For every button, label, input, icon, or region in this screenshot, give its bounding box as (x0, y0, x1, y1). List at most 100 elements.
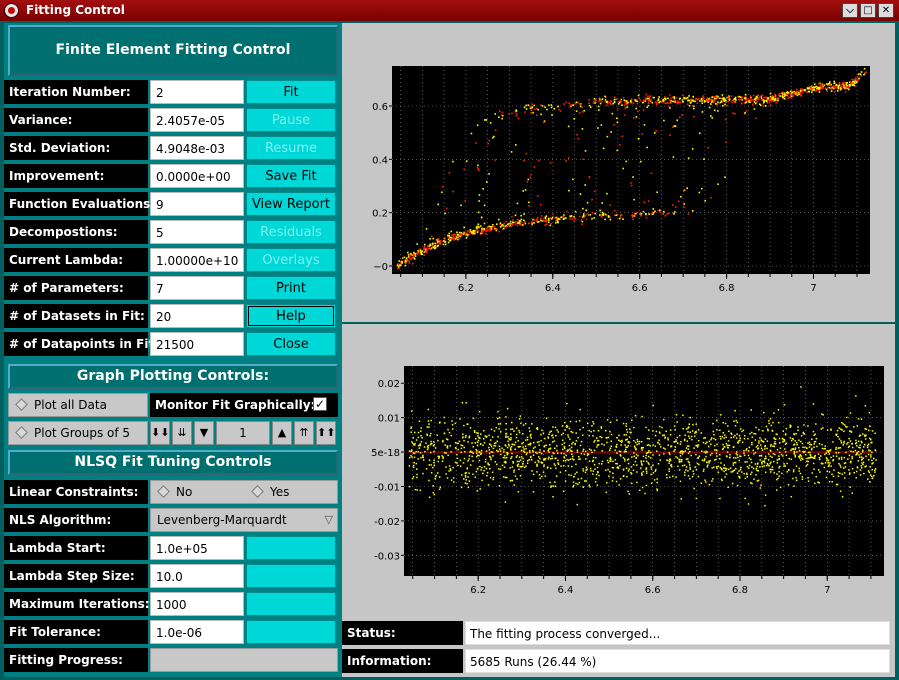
data-point (547, 449, 549, 452)
variance-value[interactable]: 2.4057e-05 (150, 108, 244, 132)
fit-tolerance-field[interactable]: 1.0e-06 (150, 620, 244, 644)
data-point (569, 420, 572, 423)
data-point (513, 471, 515, 473)
data-point (517, 440, 520, 442)
data-point (761, 465, 764, 468)
plot-groups-radio[interactable]: Plot Groups of 5 (8, 421, 148, 445)
data-point (594, 212, 597, 215)
data-point (860, 440, 863, 443)
iteration-number-value[interactable]: 2 (150, 80, 244, 104)
data-point (818, 443, 821, 445)
fit-button[interactable]: Fit (246, 80, 336, 104)
improvement-value[interactable]: 0.0000e+00 (150, 164, 244, 188)
help-button[interactable]: Help (246, 304, 336, 328)
data-point (609, 447, 612, 450)
data-point (664, 102, 666, 105)
lambda-step-action[interactable] (246, 564, 336, 588)
data-point (862, 449, 864, 452)
data-point (524, 445, 527, 447)
print-button[interactable]: Print (246, 276, 336, 300)
data-point (776, 462, 779, 464)
data-point (686, 187, 688, 189)
data-point (659, 211, 661, 213)
data-point (751, 436, 754, 439)
fit-tolerance-action[interactable] (246, 620, 336, 644)
close-button[interactable]: Close (246, 332, 336, 356)
data-point (626, 431, 629, 433)
data-point (426, 426, 429, 428)
residuals-button[interactable]: Residuals (246, 220, 336, 244)
data-point (630, 182, 632, 184)
plot-all-radio[interactable]: Plot all Data (8, 393, 148, 417)
prev-many-group-icon[interactable]: ⇊ (172, 421, 192, 445)
decompostions-value[interactable]: 5 (150, 220, 244, 244)
close-icon[interactable]: ✕ (878, 3, 894, 18)
information-label: Information: (342, 649, 463, 673)
data-point (819, 83, 822, 85)
data-point (501, 464, 504, 467)
data-point (488, 443, 491, 445)
std-deviation-value[interactable]: 4.9048e-03 (150, 136, 244, 160)
data-point (508, 444, 510, 447)
data-point (867, 443, 870, 446)
data-point (416, 468, 418, 470)
yes-radio[interactable]: Yes (245, 481, 339, 503)
data-point (768, 99, 771, 102)
prev-group-icon[interactable]: ▼ (194, 421, 214, 445)
resume-button[interactable]: Resume (246, 136, 336, 160)
data-point (555, 475, 558, 477)
group-value[interactable]: 1 (216, 421, 270, 445)
data-point (621, 104, 623, 106)
data-point (468, 436, 470, 439)
data-point (582, 468, 584, 470)
data-point (568, 427, 571, 430)
data-point (650, 457, 652, 459)
monitor-checkbox[interactable]: ✓ (313, 397, 327, 411)
data-point (466, 482, 468, 485)
max-iterations-action[interactable] (246, 592, 336, 616)
data-point (826, 90, 829, 93)
data-point (618, 484, 620, 486)
save-fit-button[interactable]: Save Fit (246, 164, 336, 188)
data-point (510, 151, 513, 153)
data-point (454, 441, 457, 444)
no-radio[interactable]: No (151, 481, 245, 503)
data-point (679, 450, 682, 453)
view-report-button[interactable]: View Report (246, 192, 336, 216)
data-point (625, 101, 628, 104)
data-point (738, 95, 741, 98)
of-parameters-value[interactable]: 7 (150, 276, 244, 300)
data-point (601, 450, 603, 452)
data-point (443, 416, 445, 419)
data-point (503, 466, 506, 468)
overlays-button[interactable]: Overlays (246, 248, 336, 272)
max-iterations-field[interactable]: 1000 (150, 592, 244, 616)
lambda-step-field[interactable]: 10.0 (150, 564, 244, 588)
data-point (417, 458, 420, 460)
function-evaluations-value[interactable]: 9 (150, 192, 244, 216)
last-group-icon[interactable]: ⬆⬆ (316, 421, 336, 445)
first-group-icon[interactable]: ⬇⬇ (150, 421, 170, 445)
data-point (585, 209, 588, 212)
data-point (845, 416, 848, 419)
data-point (492, 478, 494, 481)
current-lambda-value[interactable]: 1.00000e+10 (150, 248, 244, 272)
app-icon[interactable] (4, 3, 19, 18)
data-point (404, 259, 407, 262)
lambda-start-action[interactable] (246, 536, 336, 560)
of-datasets-in-fit-value[interactable]: 20 (150, 304, 244, 328)
next-group-icon[interactable]: ▲ (272, 421, 292, 445)
data-point (869, 466, 871, 468)
data-point (532, 111, 534, 114)
of-datapoints-in-fit-label: # of Datapoints in Fit: (4, 332, 159, 356)
next-many-group-icon[interactable]: ⇈ (294, 421, 314, 445)
data-point (529, 430, 531, 432)
data-point (630, 184, 633, 187)
of-datapoints-in-fit-value[interactable]: 21500 (150, 332, 244, 356)
lambda-start-field[interactable]: 1.0e+05 (150, 536, 244, 560)
minimize-icon[interactable]: ⌵ (842, 3, 858, 18)
algorithm-select[interactable]: Levenberg-Marquardt ▽ (150, 508, 338, 532)
data-point (700, 482, 703, 484)
pause-button[interactable]: Pause (246, 108, 336, 132)
maximize-icon[interactable]: □ (860, 3, 876, 18)
